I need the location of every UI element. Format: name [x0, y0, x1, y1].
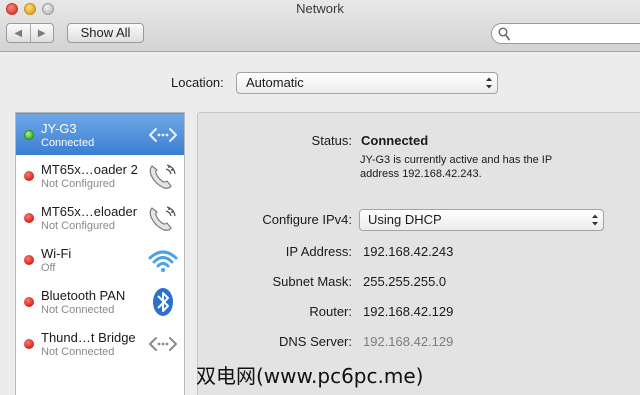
service-name: Bluetooth PAN	[41, 288, 126, 303]
location-value: Automatic	[246, 75, 304, 90]
service-status: Not Connected	[41, 304, 115, 316]
service-name: MT65x…oader 2	[41, 162, 138, 177]
chevron-updown-icon	[486, 77, 492, 89]
service-status: Not Configured	[41, 220, 115, 232]
chevron-updown-icon	[592, 214, 598, 226]
service-status: Not Configured	[41, 178, 115, 190]
service-status: Off	[41, 262, 56, 274]
watermark-text: 双电网(www.pc6pc.me)	[196, 364, 424, 388]
dns-server-label: DNS Server:	[279, 334, 352, 349]
service-name: Wi-Fi	[41, 246, 72, 261]
status-dot-red-icon	[24, 297, 34, 307]
configure-ipv4-value: Using DHCP	[368, 212, 442, 227]
service-item-bluetooth-pan[interactable]: Bluetooth PAN Not Connected	[16, 281, 184, 323]
ip-address-value: 192.168.42.243	[363, 244, 454, 259]
ip-address-label: IP Address:	[285, 244, 352, 259]
status-description: JY-G3 is currently active and has the IP…	[360, 153, 580, 181]
status-label: Status:	[311, 133, 352, 148]
subnet-mask-value: 255.255.255.0	[363, 274, 447, 289]
router-value: 192.168.42.129	[363, 304, 454, 319]
back-forward-control: ◀ ▶	[6, 23, 54, 43]
status-dot-red-icon	[24, 255, 34, 265]
back-arrow-icon: ◀	[14, 27, 23, 39]
forward-button[interactable]: ▶	[29, 24, 54, 42]
status-dot-red-icon	[24, 339, 34, 349]
modem-phone-icon	[149, 206, 176, 231]
show-all-button[interactable]: Show All	[67, 23, 144, 43]
wifi-icon	[148, 250, 178, 272]
service-status: Not Connected	[41, 346, 115, 358]
service-name: Thund…t Bridge	[41, 330, 136, 345]
service-item-mt65x-loader-2[interactable]: MT65x…oader 2 Not Configured	[16, 155, 184, 197]
bluetooth-icon	[153, 288, 173, 316]
service-item-wi-fi[interactable]: Wi-Fi Off	[16, 239, 184, 281]
configure-ipv4-label: Configure IPv4:	[262, 212, 352, 227]
subnet-mask-label: Subnet Mask:	[272, 274, 353, 289]
service-item-mt65x-eloader[interactable]: MT65x…eloader Not Configured	[16, 197, 184, 239]
forward-arrow-icon: ▶	[37, 27, 46, 39]
status-value: Connected	[361, 133, 429, 148]
service-status: Connected	[41, 137, 95, 149]
service-item-jy-g3[interactable]: JY-G3 Connected	[16, 113, 184, 155]
ethernet-arrows-icon	[149, 337, 177, 351]
service-item-thunderbolt-bridge[interactable]: Thund…t Bridge Not Connected	[16, 323, 184, 365]
window-title: Network	[296, 1, 344, 16]
search-icon	[498, 27, 510, 41]
status-dot-red-icon	[24, 213, 34, 223]
ethernet-arrows-icon	[149, 128, 177, 142]
back-button[interactable]: ◀	[7, 24, 30, 42]
dns-server-value: 192.168.42.129	[363, 334, 454, 349]
status-description-line: JY-G3 is currently active and has the IP	[360, 154, 553, 166]
status-dot-green-icon	[24, 130, 34, 140]
title-toolbar: Network ◀ ▶ Show All	[0, 0, 640, 52]
service-name: MT65x…eloader	[41, 204, 138, 219]
location-label: Location:	[171, 75, 224, 90]
location-popup[interactable]: Automatic	[236, 72, 498, 94]
service-name: JY-G3	[41, 121, 77, 136]
status-description-line: address 192.168.42.243.	[360, 168, 482, 180]
modem-phone-icon	[149, 164, 176, 189]
search-input[interactable]	[491, 23, 640, 44]
router-label: Router:	[309, 304, 352, 319]
configure-ipv4-popup[interactable]: Using DHCP	[359, 209, 604, 231]
service-list: JY-G3 Connected MT65x…oader 2 Not Config…	[15, 112, 185, 395]
status-dot-red-icon	[24, 171, 34, 181]
